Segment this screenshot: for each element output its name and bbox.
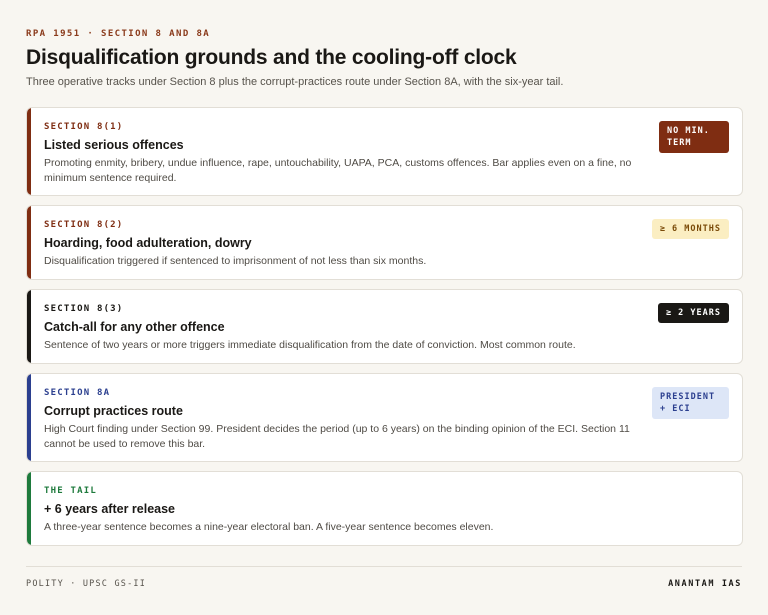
footer-divider (26, 566, 742, 567)
card-section-8-1: SECTION 8(1) Listed serious offences Pro… (26, 107, 743, 196)
card-heading: Corrupt practices route (44, 404, 183, 418)
card-the-tail: THE TAIL + 6 years after release A three… (26, 471, 743, 546)
card-label: SECTION 8A (44, 388, 111, 398)
card-section-8-3: SECTION 8(3) Catch-all for any other off… (26, 289, 743, 364)
card-heading: Listed serious offences (44, 138, 184, 152)
badge-president-eci: PRESIDENT + ECI (652, 387, 729, 419)
page-title: Disqualification grounds and the cooling… (26, 46, 517, 69)
card-section-8-2: SECTION 8(2) Hoarding, food adulteration… (26, 205, 743, 280)
footer-subject: POLITY · UPSC GS-II (26, 579, 147, 589)
card-description: Promoting enmity, bribery, undue influen… (44, 157, 632, 184)
card-label: SECTION 8(1) (44, 122, 124, 132)
badge-six-months: ≥ 6 MONTHS (651, 219, 729, 239)
accent-bar (27, 108, 31, 195)
card-description: A three-year sentence becomes a nine-yea… (44, 521, 494, 533)
footer-brand: ANANTAM IAS (668, 579, 742, 589)
accent-bar (27, 472, 31, 545)
card-description: Sentence of two years or more triggers i… (44, 339, 576, 351)
card-label: SECTION 8(3) (44, 304, 124, 314)
card-description: Disqualification triggered if sentenced … (44, 255, 427, 267)
card-section-8a: SECTION 8A Corrupt practices route High … (26, 373, 743, 462)
badge-two-years: ≥ 2 YEARS (657, 303, 729, 323)
page-subtitle: Three operative tracks under Section 8 p… (26, 76, 564, 88)
card-heading: + 6 years after release (44, 502, 176, 516)
card-label: SECTION 8(2) (44, 220, 124, 230)
card-heading: Hoarding, food adulteration, dowry (44, 236, 252, 250)
card-description: High Court finding under Section 99. Pre… (44, 423, 630, 450)
eyebrow: RPA 1951 · SECTION 8 AND 8A (26, 29, 211, 39)
card-heading: Catch-all for any other offence (44, 320, 225, 334)
card-label: THE TAIL (44, 486, 97, 496)
accent-bar (27, 206, 31, 279)
accent-bar (27, 290, 31, 363)
accent-bar (27, 374, 31, 461)
badge-no-min-term: NO MIN. TERM (659, 121, 729, 153)
